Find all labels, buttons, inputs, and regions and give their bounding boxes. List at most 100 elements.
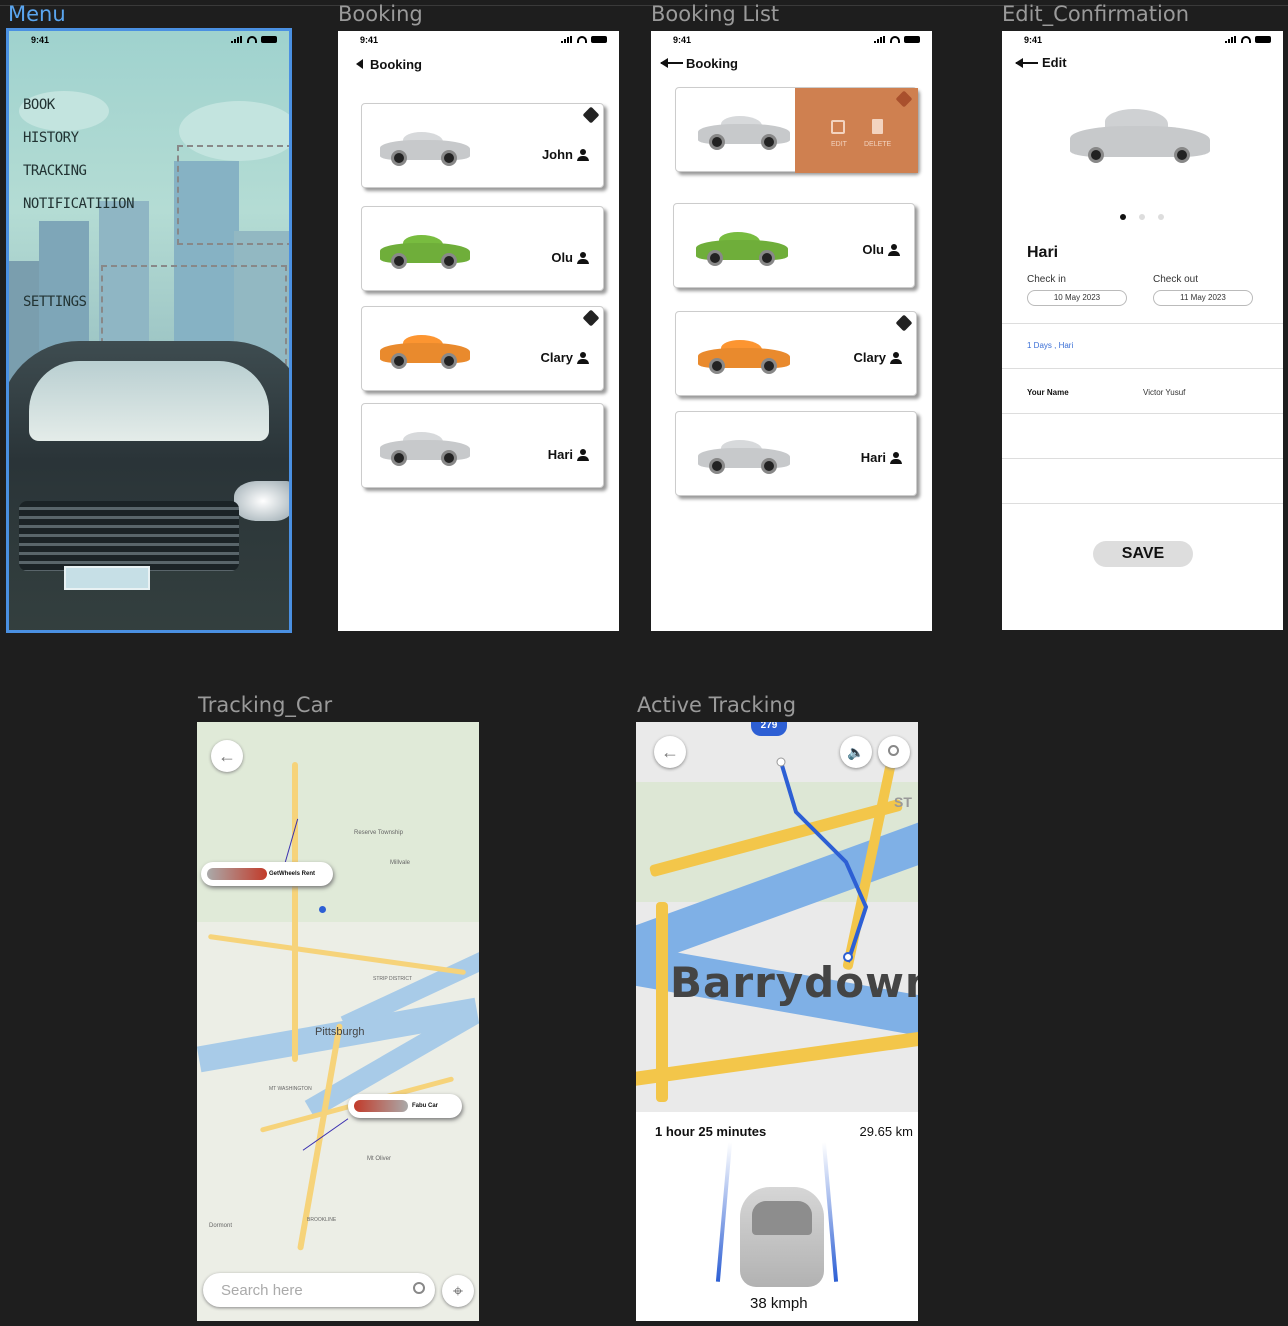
- user-icon: [577, 252, 589, 264]
- car-windshield: [29, 361, 269, 441]
- status-time: 9:41: [673, 35, 692, 45]
- your-name-label: Your Name: [1027, 388, 1069, 397]
- customer-name: Olu: [551, 250, 573, 265]
- status-time: 9:41: [31, 35, 50, 45]
- booking-card[interactable]: Clary: [675, 311, 917, 396]
- page-title: Edit: [1042, 55, 1067, 70]
- locate-button[interactable]: ⌖: [442, 1275, 474, 1307]
- callout-label: Fabu Car: [412, 1103, 439, 1109]
- check-in-field[interactable]: 10 May 2023: [1027, 290, 1127, 306]
- check-in-label: Check in: [1027, 274, 1066, 285]
- booking-card[interactable]: Olu: [361, 206, 604, 291]
- place-name: Barrydowne: [670, 958, 918, 1007]
- car-image: [380, 428, 470, 468]
- search-bar[interactable]: Search here: [203, 1273, 435, 1307]
- divider: [1002, 368, 1283, 369]
- tracking-map[interactable]: Pittsburgh Reserve Township Millvale Mt …: [197, 722, 479, 1321]
- check-out-label: Check out: [1153, 274, 1199, 285]
- wifi-icon: [247, 36, 257, 43]
- car-callout-getwheels[interactable]: GetWheels Rent: [201, 862, 333, 886]
- menu-item-book[interactable]: BOOK: [23, 97, 55, 113]
- search-button[interactable]: [878, 736, 910, 768]
- car-headlight: [234, 481, 289, 521]
- car-callout-fabu[interactable]: Fabu Car: [348, 1094, 462, 1118]
- signal-icon: [231, 36, 243, 43]
- days-summary: 1 Days , Hari: [1027, 341, 1074, 350]
- car-thumbnail: [207, 868, 267, 880]
- page-title: Booking: [370, 57, 422, 72]
- back-arrow-head: [1015, 58, 1023, 68]
- carousel-dot[interactable]: [1139, 214, 1145, 220]
- back-arrow-icon[interactable]: [356, 59, 363, 69]
- user-icon: [577, 149, 589, 161]
- divider: [1002, 503, 1283, 504]
- customer-name: Hari: [547, 447, 573, 462]
- search-icon[interactable]: [413, 1282, 425, 1294]
- signal-icon: [874, 36, 886, 43]
- street-label: ST: [894, 794, 912, 810]
- menu-item-tracking[interactable]: TRACKING: [23, 163, 87, 179]
- callout-label: GetWheels Rent: [269, 871, 316, 877]
- booking-name: Hari: [1027, 244, 1059, 261]
- back-button[interactable]: ←: [654, 736, 686, 768]
- your-name-value[interactable]: Victor Yusuf: [1143, 388, 1185, 397]
- menu-screen: 9:41 BOOK HISTORY TRACKING NOTIFICATIIIO…: [6, 28, 292, 633]
- current-speed: 38 kmph: [750, 1295, 808, 1312]
- frame-label-active: Active Tracking: [637, 693, 797, 717]
- booking-card[interactable]: John: [361, 103, 604, 188]
- status-time: 9:41: [360, 35, 379, 45]
- trash-icon[interactable]: [872, 119, 883, 134]
- route-map[interactable]: 279 ST Barrydowne ← 🔈: [636, 722, 918, 1112]
- edit-button[interactable]: EDIT: [831, 141, 847, 148]
- tag-icon[interactable]: [895, 90, 913, 108]
- tag-icon[interactable]: [895, 314, 913, 332]
- tag-icon[interactable]: [582, 309, 600, 327]
- menu-item-history[interactable]: HISTORY: [23, 130, 79, 146]
- swipe-actions: EDIT DELETE: [795, 88, 918, 173]
- car-thumbnail: [354, 1100, 408, 1112]
- search-input[interactable]: Search here: [221, 1282, 303, 1299]
- battery-icon: [591, 36, 607, 43]
- trip-distance: 29.65 km: [859, 1124, 913, 1139]
- divider: [1002, 413, 1283, 414]
- map-label: STRIP DISTRICT: [373, 976, 413, 982]
- road: [207, 933, 467, 976]
- save-button[interactable]: SAVE: [1093, 541, 1193, 567]
- user-icon: [577, 352, 589, 364]
- customer-name: Clary: [540, 350, 573, 365]
- car-plate: [64, 566, 150, 590]
- car-image: [698, 336, 790, 376]
- customer-name: Clary: [853, 350, 886, 365]
- road: [292, 762, 298, 1062]
- booking-card[interactable]: Hari: [361, 403, 604, 488]
- lane-line-left: [715, 1142, 733, 1282]
- route-line: [776, 757, 869, 963]
- page-title: Booking: [686, 56, 738, 71]
- trip-duration: 1 hour 25 minutes: [655, 1124, 767, 1139]
- booking-card[interactable]: Hari: [675, 411, 917, 496]
- battery-icon: [261, 36, 277, 43]
- booking-card[interactable]: Clary: [361, 306, 604, 391]
- booking-card-swiped[interactable]: EDIT DELETE: [675, 87, 918, 173]
- frame-label-booking: Booking: [338, 2, 423, 26]
- speaker-icon[interactable]: 🔈: [840, 736, 872, 768]
- map-label: BROOKLINE: [307, 1217, 337, 1223]
- divider: [1002, 458, 1283, 459]
- map-label: Reserve Township: [354, 830, 403, 836]
- car-image: [698, 436, 790, 476]
- carousel-dot-active[interactable]: [1120, 214, 1126, 220]
- pointer-line: [302, 1118, 349, 1151]
- delete-button[interactable]: DELETE: [864, 141, 891, 148]
- booking-list-screen: 9:41 Booking EDIT DELETE Olu Clary Hari: [651, 31, 932, 631]
- car-image: [380, 331, 470, 371]
- tag-icon[interactable]: [582, 106, 600, 124]
- signal-icon: [561, 36, 573, 43]
- check-out-field[interactable]: 11 May 2023: [1153, 290, 1253, 306]
- menu-item-notification[interactable]: NOTIFICATIIION: [23, 196, 135, 212]
- edit-icon[interactable]: [831, 120, 845, 134]
- car-image: [698, 112, 790, 152]
- back-button[interactable]: ←: [211, 740, 243, 772]
- carousel-dot[interactable]: [1158, 214, 1164, 220]
- booking-card[interactable]: Olu: [673, 203, 915, 288]
- menu-item-settings[interactable]: SETTINGS: [23, 294, 87, 310]
